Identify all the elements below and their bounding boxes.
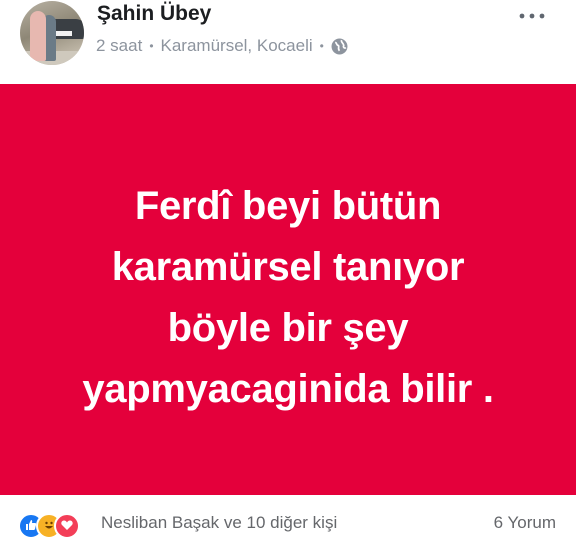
post-location[interactable]: Karamürsel, Kocaeli [161,36,313,56]
reactors-text[interactable]: Nesliban Başak ve 10 diğer kişi [101,513,337,533]
post-image[interactable]: Ferdî beyi bütün karamürsel tanıyor böyl… [0,84,576,495]
globe-icon[interactable] [331,38,348,55]
comments-count[interactable]: 6 Yorum [494,513,556,533]
post-meta: 2 saat • Karamürsel, Kocaeli • [96,36,348,56]
image-text-line: karamürsel tanıyor [111,244,465,289]
author-avatar[interactable] [20,1,84,65]
image-text-line: Ferdî beyi bütün [134,183,442,228]
meta-separator: • [149,39,154,53]
author-name[interactable]: Şahin Übey [97,2,211,26]
more-options-icon[interactable] [518,6,548,26]
love-icon[interactable] [54,513,80,539]
image-text-line: yapmyacaginida bilir . [82,366,494,411]
post-footer: Nesliban Başak ve 10 diğer kişi 6 Yorum [0,495,576,539]
image-text-line: böyle bir şey [167,305,409,350]
post-header: Şahin Übey 2 saat • Karamürsel, Kocaeli … [0,0,576,84]
image-text: Ferdî beyi bütün karamürsel tanıyor böyl… [82,176,494,420]
post-time[interactable]: 2 saat [96,36,142,56]
meta-separator: • [319,39,324,53]
